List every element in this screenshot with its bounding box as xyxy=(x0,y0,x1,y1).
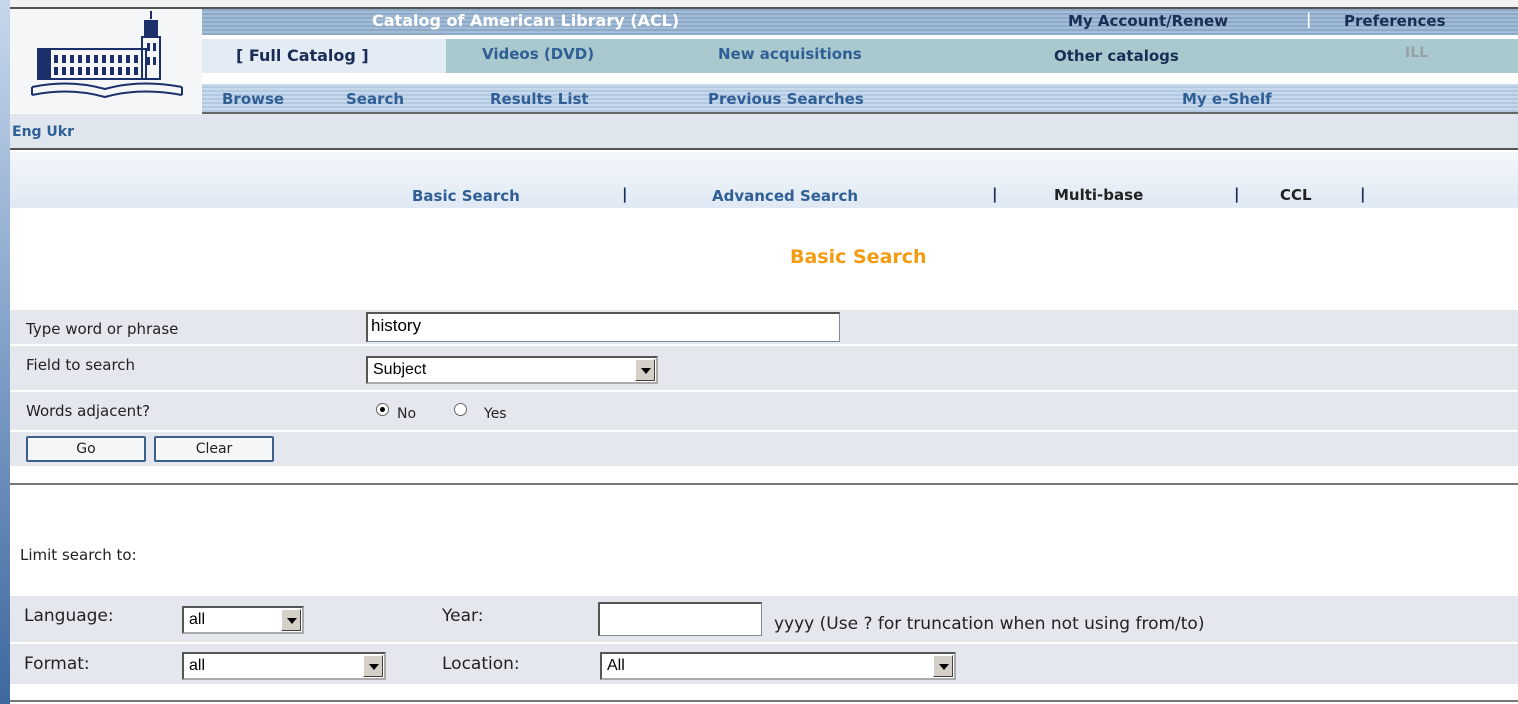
language-select[interactable]: all xyxy=(182,606,304,634)
language-select-value: all xyxy=(189,611,206,628)
nav-results-list[interactable]: Results List xyxy=(490,90,589,108)
tab-videos[interactable]: Videos (DVD) xyxy=(482,45,594,63)
field-select-value: Subject xyxy=(373,361,427,378)
location-select-value: All xyxy=(607,657,625,674)
tab-separator: | xyxy=(1360,185,1366,203)
chevron-down-icon[interactable] xyxy=(363,655,383,677)
field-row xyxy=(10,346,1518,392)
adjacent-yes-radio[interactable] xyxy=(454,403,467,416)
tab-separator: | xyxy=(1234,185,1240,203)
divider xyxy=(10,483,1518,485)
adjacent-no-radio[interactable] xyxy=(376,403,389,416)
field-select[interactable]: Subject xyxy=(366,356,658,384)
year-label: Year: xyxy=(442,606,484,626)
adjacent-label: Words adjacent? xyxy=(26,402,151,420)
chevron-down-icon[interactable] xyxy=(933,655,953,677)
nav-search[interactable]: Search xyxy=(346,90,404,108)
format-select-value: all xyxy=(189,657,206,674)
preferences-link[interactable]: Preferences xyxy=(1344,12,1446,30)
nav-previous-searches[interactable]: Previous Searches xyxy=(708,90,864,108)
catalog-title: Catalog of American Library (ACL) xyxy=(372,11,680,30)
header-separator: | xyxy=(1306,10,1312,28)
adjacent-no-label: No xyxy=(397,406,417,422)
adjacent-yes-label: Yes xyxy=(484,406,507,422)
year-input[interactable] xyxy=(598,602,762,636)
library-building-icon xyxy=(31,11,183,99)
language-label: Language: xyxy=(24,606,114,626)
tab-separator: | xyxy=(992,185,998,203)
tab-ccl[interactable]: CCL xyxy=(1280,186,1312,204)
location-label: Location: xyxy=(442,654,520,674)
word-label: Type word or phrase xyxy=(26,320,179,338)
location-select[interactable]: All xyxy=(600,652,956,680)
tab-other-catalogs[interactable]: Other catalogs xyxy=(1054,47,1179,65)
tab-separator: | xyxy=(622,185,628,203)
library-logo[interactable] xyxy=(10,9,202,113)
tab-advanced-search[interactable]: Advanced Search xyxy=(712,187,858,205)
chevron-down-icon[interactable] xyxy=(281,609,301,631)
left-edge-decoration xyxy=(0,0,10,704)
field-label: Field to search xyxy=(26,356,136,374)
year-hint: yyyy (Use ? for truncation when not usin… xyxy=(774,614,1205,634)
divider xyxy=(10,700,1518,702)
chevron-down-icon[interactable] xyxy=(635,359,655,381)
format-label: Format: xyxy=(24,654,90,674)
format-select[interactable]: all xyxy=(182,652,386,680)
my-account-link[interactable]: My Account/Renew xyxy=(1068,12,1228,30)
top-strip xyxy=(10,0,1518,9)
limit-heading: Limit search to: xyxy=(20,546,137,564)
tab-basic-search[interactable]: Basic Search xyxy=(412,187,520,205)
clear-button[interactable]: Clear xyxy=(154,436,274,462)
tab-ill[interactable]: ILL xyxy=(1405,45,1428,61)
tab-full-catalog-label[interactable]: [ Full Catalog ] xyxy=(236,46,369,65)
language-switcher[interactable]: Eng Ukr xyxy=(12,124,74,140)
go-button[interactable]: Go xyxy=(26,436,146,462)
tab-multi-base[interactable]: Multi-base xyxy=(1054,186,1143,204)
adjacent-row xyxy=(10,392,1518,432)
search-input[interactable]: history xyxy=(366,312,840,342)
nav-browse[interactable]: Browse xyxy=(222,90,284,108)
nav-my-eshelf[interactable]: My e-Shelf xyxy=(1182,90,1272,108)
catalog-tabs-bar xyxy=(446,39,1518,73)
language-bar xyxy=(10,114,1518,150)
page-title: Basic Search xyxy=(790,246,927,268)
tab-new-acquisitions[interactable]: New acquisitions xyxy=(718,45,862,63)
